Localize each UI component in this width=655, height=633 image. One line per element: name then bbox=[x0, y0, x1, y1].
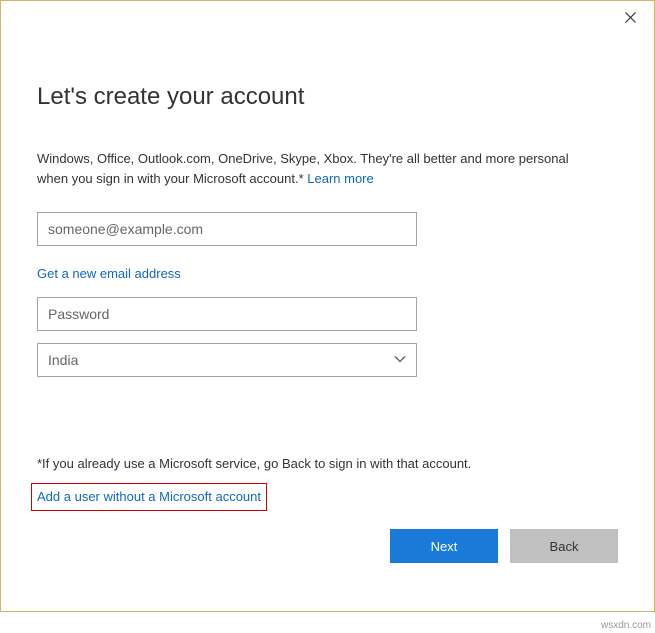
chevron-down-icon bbox=[394, 354, 406, 366]
add-without-ms-link[interactable]: Add a user without a Microsoft account bbox=[37, 489, 261, 504]
page-title: Let's create your account bbox=[37, 83, 618, 111]
add-without-ms-highlight: Add a user without a Microsoft account bbox=[31, 483, 267, 511]
password-row bbox=[37, 297, 618, 331]
close-icon bbox=[625, 12, 636, 23]
email-row bbox=[37, 212, 618, 246]
country-value: India bbox=[48, 352, 78, 368]
email-field[interactable] bbox=[37, 212, 417, 246]
description-prefix: Windows, Office, Outlook.com, OneDrive, … bbox=[37, 151, 569, 186]
password-field[interactable] bbox=[37, 297, 417, 331]
back-button[interactable]: Back bbox=[510, 529, 618, 563]
dialog-content: Let's create your account Windows, Offic… bbox=[1, 1, 654, 377]
button-bar: Next Back bbox=[390, 529, 618, 563]
new-email-link[interactable]: Get a new email address bbox=[37, 266, 181, 281]
watermark-text: wsxdn.com bbox=[601, 620, 651, 631]
create-account-dialog: Let's create your account Windows, Offic… bbox=[0, 0, 655, 612]
learn-more-link[interactable]: Learn more bbox=[307, 171, 373, 186]
description-text: Windows, Office, Outlook.com, OneDrive, … bbox=[37, 149, 577, 188]
close-button[interactable] bbox=[606, 1, 654, 33]
footnote-text: *If you already use a Microsoft service,… bbox=[37, 456, 471, 471]
country-select[interactable]: India bbox=[37, 343, 417, 377]
next-button[interactable]: Next bbox=[390, 529, 498, 563]
country-row: India bbox=[37, 343, 618, 377]
